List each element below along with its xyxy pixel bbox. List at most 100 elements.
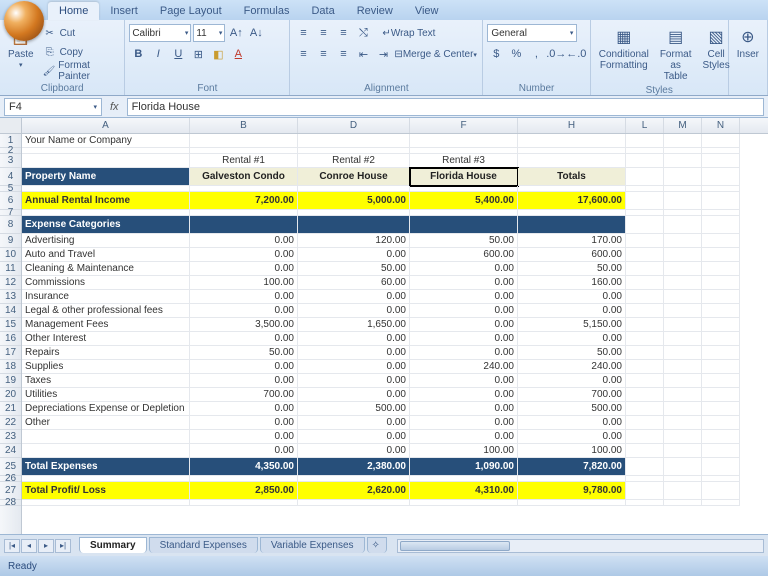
cut-button[interactable]: ✂Cut <box>41 24 121 42</box>
row-header-12[interactable]: 12 <box>0 276 21 290</box>
cell[interactable] <box>22 444 190 458</box>
cell[interactable] <box>702 216 740 234</box>
cell[interactable]: Taxes <box>22 374 190 388</box>
cell[interactable] <box>626 216 664 234</box>
tab-formulas[interactable]: Formulas <box>233 2 301 20</box>
cell[interactable] <box>626 318 664 332</box>
tab-data[interactable]: Data <box>300 2 345 20</box>
cell[interactable]: Supplies <box>22 360 190 374</box>
cell[interactable] <box>702 444 740 458</box>
cell[interactable]: 2,380.00 <box>298 458 410 476</box>
cell[interactable]: 0.00 <box>190 234 298 248</box>
cell[interactable]: Rental #1 <box>190 154 298 168</box>
accounting-button[interactable]: $ <box>487 45 505 63</box>
name-box[interactable]: F4▾ <box>4 98 102 116</box>
col-header-M[interactable]: M <box>664 118 702 133</box>
cell[interactable]: 0.00 <box>410 430 518 444</box>
percent-button[interactable]: % <box>507 45 525 63</box>
cell[interactable]: 100.00 <box>190 276 298 290</box>
row-header-9[interactable]: 9 <box>0 234 21 248</box>
cell[interactable]: 7,820.00 <box>518 458 626 476</box>
cell[interactable]: 4,350.00 <box>190 458 298 476</box>
cell[interactable]: 0.00 <box>190 290 298 304</box>
cell[interactable] <box>518 500 626 506</box>
cell[interactable] <box>626 192 664 210</box>
cell[interactable] <box>518 154 626 168</box>
cell[interactable] <box>702 500 740 506</box>
cell[interactable]: Galveston Condo <box>190 168 298 186</box>
cell[interactable]: 240.00 <box>410 360 518 374</box>
align-center-button[interactable]: ≡ <box>314 45 332 63</box>
border-button[interactable]: ⊞ <box>189 45 207 63</box>
horizontal-scrollbar[interactable] <box>397 539 764 553</box>
cell[interactable]: 0.00 <box>518 416 626 430</box>
cell[interactable] <box>702 388 740 402</box>
col-header-B[interactable]: B <box>190 118 298 133</box>
cell[interactable]: 0.00 <box>518 430 626 444</box>
cell[interactable] <box>518 216 626 234</box>
cell[interactable] <box>664 290 702 304</box>
align-left-button[interactable]: ≡ <box>294 45 312 63</box>
cell[interactable] <box>298 500 410 506</box>
increase-font-button[interactable]: A↑ <box>227 24 245 42</box>
cell[interactable] <box>298 134 410 148</box>
row-header-15[interactable]: 15 <box>0 318 21 332</box>
font-color-button[interactable]: A <box>229 45 247 63</box>
cell[interactable]: 120.00 <box>298 234 410 248</box>
cell[interactable] <box>664 388 702 402</box>
row-header-13[interactable]: 13 <box>0 290 21 304</box>
orientation-button[interactable]: ⤭ <box>354 24 372 42</box>
tab-review[interactable]: Review <box>346 2 404 20</box>
cell[interactable]: 0.00 <box>410 402 518 416</box>
cell[interactable]: 17,600.00 <box>518 192 626 210</box>
cell[interactable] <box>410 134 518 148</box>
cell[interactable]: 0.00 <box>298 304 410 318</box>
cell[interactable]: 0.00 <box>410 262 518 276</box>
cell[interactable] <box>702 430 740 444</box>
row-headers[interactable]: 1234567891011121314151617181920212223242… <box>0 134 22 534</box>
cell[interactable]: 2,850.00 <box>190 482 298 500</box>
cell[interactable]: 0.00 <box>298 360 410 374</box>
cell[interactable]: 0.00 <box>518 374 626 388</box>
cell[interactable] <box>190 500 298 506</box>
cell[interactable]: Conroe House <box>298 168 410 186</box>
cell[interactable]: 0.00 <box>298 248 410 262</box>
row-header-24[interactable]: 24 <box>0 444 21 458</box>
italic-button[interactable]: I <box>149 45 167 63</box>
cell[interactable] <box>664 216 702 234</box>
cell[interactable]: 0.00 <box>298 430 410 444</box>
cell[interactable] <box>702 134 740 148</box>
row-header-11[interactable]: 11 <box>0 262 21 276</box>
format-painter-button[interactable]: 🖌Format Painter <box>41 62 121 80</box>
font-name-select[interactable]: Calibri▾ <box>129 24 191 42</box>
cell[interactable] <box>626 234 664 248</box>
cell[interactable]: 0.00 <box>190 262 298 276</box>
cell[interactable]: 700.00 <box>190 388 298 402</box>
row-header-8[interactable]: 8 <box>0 216 21 234</box>
cell[interactable]: 0.00 <box>190 304 298 318</box>
increase-indent-button[interactable]: ⇥ <box>374 45 392 63</box>
cell[interactable]: 0.00 <box>298 444 410 458</box>
cell[interactable]: 700.00 <box>518 388 626 402</box>
cell[interactable]: 50.00 <box>410 234 518 248</box>
cell[interactable]: Management Fees <box>22 318 190 332</box>
cell[interactable]: 4,310.00 <box>410 482 518 500</box>
col-header-L[interactable]: L <box>626 118 664 133</box>
cell[interactable] <box>626 154 664 168</box>
cell[interactable] <box>626 248 664 262</box>
cell[interactable]: Rental #3 <box>410 154 518 168</box>
underline-button[interactable]: U <box>169 45 187 63</box>
cell[interactable]: 0.00 <box>190 430 298 444</box>
cell[interactable]: 50.00 <box>518 346 626 360</box>
conditional-formatting-button[interactable]: ▦Conditional Formatting <box>595 24 653 73</box>
cell[interactable] <box>190 216 298 234</box>
cell[interactable] <box>702 374 740 388</box>
cell[interactable] <box>664 168 702 186</box>
cell[interactable]: 60.00 <box>298 276 410 290</box>
cell[interactable]: Auto and Travel <box>22 248 190 262</box>
cell[interactable]: Totals <box>518 168 626 186</box>
cell[interactable]: Insurance <box>22 290 190 304</box>
cell[interactable] <box>664 192 702 210</box>
cell[interactable]: 500.00 <box>298 402 410 416</box>
cell[interactable]: Advertising <box>22 234 190 248</box>
